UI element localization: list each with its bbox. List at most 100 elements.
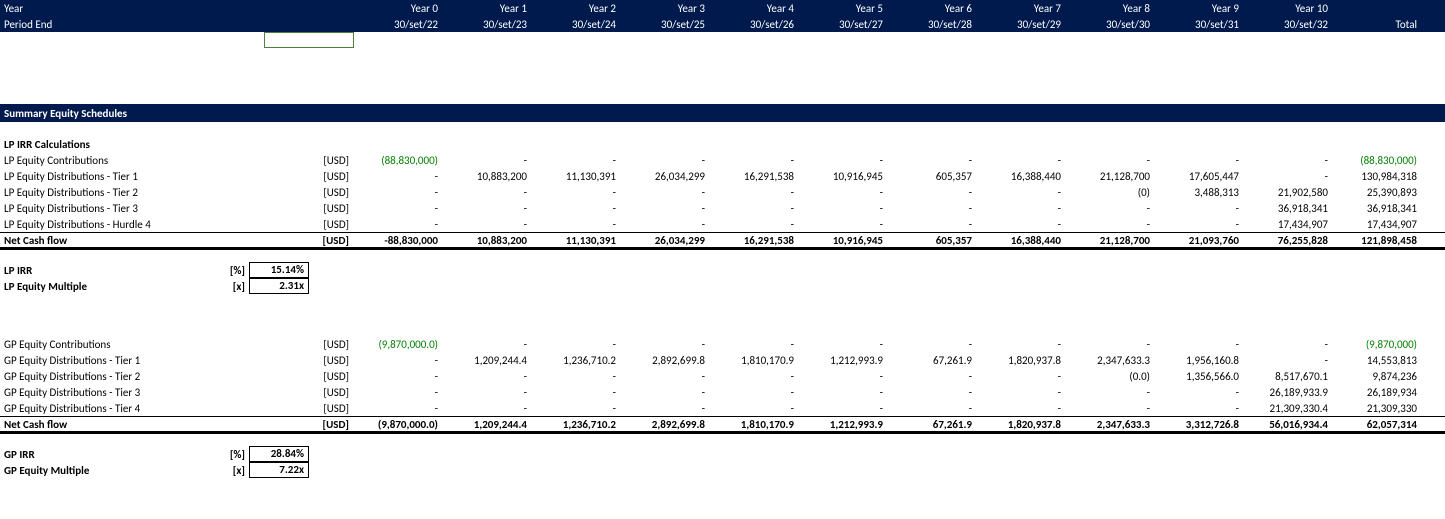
lp-cell-0-4[interactable]: - xyxy=(711,154,800,167)
gp-cell-2-8[interactable]: (0.0) xyxy=(1067,370,1156,383)
gp-cell-3-6[interactable]: - xyxy=(889,386,978,399)
gp-cell-3-0[interactable]: - xyxy=(355,386,444,399)
gp-cell-3-7[interactable]: - xyxy=(978,386,1067,399)
lp-cell-3-6[interactable]: - xyxy=(889,202,978,215)
gp-cell-0-3[interactable]: - xyxy=(622,338,711,351)
gp-cell-1-8[interactable]: 2,347,633.3 xyxy=(1067,354,1156,367)
gp-cell-1-9[interactable]: 1,956,160.8 xyxy=(1156,354,1245,367)
lp-cell-2-11[interactable]: 25,390,893 xyxy=(1334,186,1423,199)
gp-cell-3-10[interactable]: 26,189,933.9 xyxy=(1245,386,1334,399)
gp-cell-0-4[interactable]: - xyxy=(711,338,800,351)
lp-cell-1-10[interactable]: - xyxy=(1245,170,1334,183)
gp-cell-0-11[interactable]: (9,870,000) xyxy=(1334,338,1423,351)
gp-cell-1-0[interactable]: - xyxy=(355,354,444,367)
gp-multiple-value[interactable]: 7.22x xyxy=(249,462,309,478)
gp-cell-2-4[interactable]: - xyxy=(711,370,800,383)
gp-cell-1-3[interactable]: 2,892,699.8 xyxy=(622,354,711,367)
gp-cell-2-5[interactable]: - xyxy=(800,370,889,383)
gp-cell-2-3[interactable]: - xyxy=(622,370,711,383)
gp-cell-2-10[interactable]: 8,517,670.1 xyxy=(1245,370,1334,383)
gp-cell-1-6[interactable]: 67,261.9 xyxy=(889,354,978,367)
lp-cell-3-10[interactable]: 36,918,341 xyxy=(1245,202,1334,215)
gp-cell-3-5[interactable]: - xyxy=(800,386,889,399)
lp-cell-1-0[interactable]: - xyxy=(355,170,444,183)
lp-cell-1-4[interactable]: 16,291,538 xyxy=(711,170,800,183)
lp-cell-0-1[interactable]: - xyxy=(444,154,533,167)
gp-irr-value[interactable]: 28.84% xyxy=(249,446,309,462)
gp-cell-2-6[interactable]: - xyxy=(889,370,978,383)
gp-cell-0-10[interactable]: - xyxy=(1245,338,1334,351)
lp-cell-1-3[interactable]: 26,034,299 xyxy=(622,170,711,183)
lp-cell-0-3[interactable]: - xyxy=(622,154,711,167)
gp-cell-0-5[interactable]: - xyxy=(800,338,889,351)
gp-cell-3-4[interactable]: - xyxy=(711,386,800,399)
gp-cell-0-8[interactable]: - xyxy=(1067,338,1156,351)
lp-cell-0-2[interactable]: - xyxy=(533,154,622,167)
lp-cell-4-3[interactable]: - xyxy=(622,218,711,231)
gp-cell-4-5[interactable]: - xyxy=(800,402,889,415)
gp-cell-4-10[interactable]: 21,309,330.4 xyxy=(1245,402,1334,415)
lp-cell-2-7[interactable]: - xyxy=(978,186,1067,199)
gp-cell-4-7[interactable]: - xyxy=(978,402,1067,415)
gp-cell-0-2[interactable]: - xyxy=(533,338,622,351)
gp-cell-1-10[interactable]: - xyxy=(1245,354,1334,367)
lp-cell-0-10[interactable]: - xyxy=(1245,154,1334,167)
gp-cell-4-4[interactable]: - xyxy=(711,402,800,415)
lp-cell-4-11[interactable]: 17,434,907 xyxy=(1334,218,1423,231)
lp-cell-4-6[interactable]: - xyxy=(889,218,978,231)
selected-cell[interactable] xyxy=(264,32,354,48)
lp-cell-2-8[interactable]: (0) xyxy=(1067,186,1156,199)
lp-cell-2-2[interactable]: - xyxy=(533,186,622,199)
lp-cell-1-9[interactable]: 17,605,447 xyxy=(1156,170,1245,183)
gp-cell-0-0[interactable]: (9,870,000.0) xyxy=(355,338,444,351)
gp-cell-2-9[interactable]: 1,356,566.0 xyxy=(1156,370,1245,383)
gp-cell-3-3[interactable]: - xyxy=(622,386,711,399)
lp-cell-2-3[interactable]: - xyxy=(622,186,711,199)
lp-cell-0-0[interactable]: (88,830,000) xyxy=(355,154,444,167)
lp-cell-4-0[interactable]: - xyxy=(355,218,444,231)
gp-cell-1-11[interactable]: 14,553,813 xyxy=(1334,354,1423,367)
gp-cell-4-3[interactable]: - xyxy=(622,402,711,415)
lp-cell-0-5[interactable]: - xyxy=(800,154,889,167)
lp-cell-1-8[interactable]: 21,128,700 xyxy=(1067,170,1156,183)
gp-cell-2-7[interactable]: - xyxy=(978,370,1067,383)
gp-cell-2-1[interactable]: - xyxy=(444,370,533,383)
lp-cell-0-7[interactable]: - xyxy=(978,154,1067,167)
gp-cell-3-11[interactable]: 26,189,934 xyxy=(1334,386,1423,399)
lp-cell-4-2[interactable]: - xyxy=(533,218,622,231)
lp-cell-3-11[interactable]: 36,918,341 xyxy=(1334,202,1423,215)
lp-cell-3-4[interactable]: - xyxy=(711,202,800,215)
gp-cell-1-7[interactable]: 1,820,937.8 xyxy=(978,354,1067,367)
gp-cell-3-1[interactable]: - xyxy=(444,386,533,399)
gp-cell-1-5[interactable]: 1,212,993.9 xyxy=(800,354,889,367)
gp-cell-4-8[interactable]: - xyxy=(1067,402,1156,415)
lp-cell-3-0[interactable]: - xyxy=(355,202,444,215)
gp-cell-1-2[interactable]: 1,236,710.2 xyxy=(533,354,622,367)
gp-cell-3-8[interactable]: - xyxy=(1067,386,1156,399)
lp-cell-2-1[interactable]: - xyxy=(444,186,533,199)
lp-cell-3-2[interactable]: - xyxy=(533,202,622,215)
gp-cell-4-6[interactable]: - xyxy=(889,402,978,415)
gp-cell-1-4[interactable]: 1,810,170.9 xyxy=(711,354,800,367)
gp-cell-2-0[interactable]: - xyxy=(355,370,444,383)
gp-cell-0-1[interactable]: - xyxy=(444,338,533,351)
gp-cell-4-2[interactable]: - xyxy=(533,402,622,415)
gp-cell-4-0[interactable]: - xyxy=(355,402,444,415)
gp-cell-4-11[interactable]: 21,309,330 xyxy=(1334,402,1423,415)
lp-cell-2-0[interactable]: - xyxy=(355,186,444,199)
gp-cell-0-7[interactable]: - xyxy=(978,338,1067,351)
lp-cell-4-8[interactable]: - xyxy=(1067,218,1156,231)
lp-cell-1-5[interactable]: 10,916,945 xyxy=(800,170,889,183)
lp-cell-3-1[interactable]: - xyxy=(444,202,533,215)
lp-cell-1-6[interactable]: 605,357 xyxy=(889,170,978,183)
lp-cell-0-6[interactable]: - xyxy=(889,154,978,167)
lp-cell-2-5[interactable]: - xyxy=(800,186,889,199)
lp-cell-4-5[interactable]: - xyxy=(800,218,889,231)
lp-multiple-value[interactable]: 2.31x xyxy=(249,278,309,294)
lp-cell-3-9[interactable]: - xyxy=(1156,202,1245,215)
lp-cell-3-8[interactable]: - xyxy=(1067,202,1156,215)
gp-cell-0-6[interactable]: - xyxy=(889,338,978,351)
lp-cell-3-5[interactable]: - xyxy=(800,202,889,215)
gp-cell-4-1[interactable]: - xyxy=(444,402,533,415)
lp-cell-3-7[interactable]: - xyxy=(978,202,1067,215)
